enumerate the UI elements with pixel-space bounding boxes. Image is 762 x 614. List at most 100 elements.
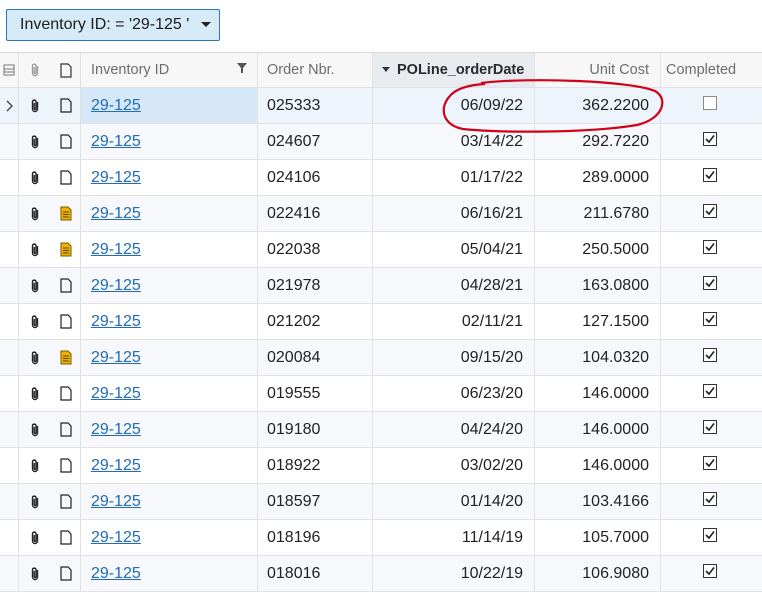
row-attachments[interactable] — [19, 520, 51, 555]
completed-checkbox[interactable] — [703, 312, 717, 331]
header-inventory-id[interactable]: Inventory ID — [81, 53, 258, 87]
table-row[interactable]: 29-125 022416 06/16/21 211.6780 — [0, 196, 762, 232]
inventory-id-link[interactable]: 29-125 — [91, 313, 141, 331]
row-attachments[interactable] — [19, 448, 51, 483]
inventory-id-link[interactable]: 29-125 — [91, 385, 141, 403]
row-selector[interactable] — [0, 412, 19, 447]
row-attachments[interactable] — [19, 232, 51, 267]
row-selector[interactable] — [0, 520, 19, 555]
completed-checkbox[interactable] — [703, 528, 717, 547]
row-attachments[interactable] — [19, 376, 51, 411]
row-selector[interactable] — [0, 124, 19, 159]
row-notes[interactable] — [51, 556, 81, 591]
row-notes[interactable] — [51, 232, 81, 267]
row-selector[interactable] — [0, 376, 19, 411]
inventory-id-link[interactable]: 29-125 — [91, 565, 141, 583]
inventory-id-link[interactable]: 29-125 — [91, 169, 141, 187]
row-notes[interactable] — [51, 268, 81, 303]
table-row[interactable]: 29-125 024106 01/17/22 289.0000 — [0, 160, 762, 196]
table-row[interactable]: 29-125 018016 10/22/19 106.9080 — [0, 556, 762, 592]
row-notes[interactable] — [51, 340, 81, 375]
row-notes[interactable] — [51, 124, 81, 159]
inventory-id-link[interactable]: 29-125 — [91, 241, 141, 259]
inventory-id-link[interactable]: 29-125 — [91, 277, 141, 295]
completed-checkbox[interactable] — [703, 96, 717, 115]
caret-down-icon[interactable] — [199, 17, 213, 31]
order-nbr-value: 019555 — [267, 384, 321, 402]
row-notes[interactable] — [51, 520, 81, 555]
funnel-icon[interactable] — [236, 62, 248, 74]
completed-checkbox[interactable] — [703, 384, 717, 403]
header-attachments[interactable] — [19, 53, 51, 87]
save-layout-icon[interactable] — [3, 64, 15, 76]
table-row[interactable]: 29-125 019555 06/23/20 146.0000 — [0, 376, 762, 412]
row-attachments[interactable] — [19, 340, 51, 375]
row-notes[interactable] — [51, 304, 81, 339]
row-selector[interactable] — [0, 196, 19, 231]
inventory-id-link[interactable]: 29-125 — [91, 205, 141, 223]
row-selector[interactable] — [0, 304, 19, 339]
row-attachments[interactable] — [19, 268, 51, 303]
table-row[interactable]: 29-125 020084 09/15/20 104.0320 — [0, 340, 762, 376]
row-selector[interactable] — [0, 484, 19, 519]
row-attachments[interactable] — [19, 412, 51, 447]
completed-checkbox[interactable] — [703, 276, 717, 295]
table-row[interactable]: 29-125 018922 03/02/20 146.0000 — [0, 448, 762, 484]
inventory-id-link[interactable]: 29-125 — [91, 529, 141, 547]
row-selector[interactable] — [0, 340, 19, 375]
table-row[interactable]: 29-125 022038 05/04/21 250.5000 — [0, 232, 762, 268]
row-notes[interactable] — [51, 88, 81, 123]
row-selector[interactable] — [0, 232, 19, 267]
row-notes[interactable] — [51, 412, 81, 447]
row-selector[interactable] — [0, 268, 19, 303]
row-attachments[interactable] — [19, 196, 51, 231]
row-notes[interactable] — [51, 196, 81, 231]
order-date-value: 04/28/21 — [460, 276, 523, 294]
row-attachments[interactable] — [19, 304, 51, 339]
completed-checkbox[interactable] — [703, 492, 717, 511]
table-row[interactable]: 29-125 021978 04/28/21 163.0800 — [0, 268, 762, 304]
row-selector[interactable] — [0, 448, 19, 483]
inventory-id-link[interactable]: 29-125 — [91, 97, 141, 115]
row-notes[interactable] — [51, 448, 81, 483]
table-row[interactable]: 29-125 019180 04/24/20 146.0000 — [0, 412, 762, 448]
inventory-id-link[interactable]: 29-125 — [91, 349, 141, 367]
row-attachments[interactable] — [19, 556, 51, 591]
row-selector[interactable] — [0, 556, 19, 591]
inventory-id-link[interactable]: 29-125 — [91, 133, 141, 151]
order-nbr-value: 018922 — [267, 456, 321, 474]
header-order-date[interactable]: POLine_orderDate — [373, 53, 535, 87]
completed-checkbox[interactable] — [703, 564, 717, 583]
header-order-nbr[interactable]: Order Nbr. — [258, 53, 373, 87]
row-attachments[interactable] — [19, 88, 51, 123]
table-row[interactable]: 29-125 021202 02/11/21 127.1500 — [0, 304, 762, 340]
header-notes[interactable] — [51, 53, 81, 87]
header-row-selector[interactable] — [0, 53, 19, 87]
row-selector[interactable] — [0, 160, 19, 195]
header-unit-cost[interactable]: Unit Cost — [535, 53, 661, 87]
completed-checkbox[interactable] — [703, 456, 717, 475]
row-notes[interactable] — [51, 484, 81, 519]
row-selector[interactable] — [0, 88, 19, 123]
inventory-id-link[interactable]: 29-125 — [91, 421, 141, 439]
table-row[interactable]: 29-125 025333 06/09/22 362.2200 — [0, 88, 762, 124]
completed-checkbox[interactable] — [703, 420, 717, 439]
row-notes[interactable] — [51, 376, 81, 411]
paperclip-icon — [29, 134, 41, 150]
header-completed[interactable]: Completed — [661, 53, 762, 87]
completed-checkbox[interactable] — [703, 132, 717, 151]
filter-chip-inventory-id[interactable]: Inventory ID: = '29-125 ' — [6, 9, 220, 41]
completed-checkbox[interactable] — [703, 348, 717, 367]
table-row[interactable]: 29-125 018196 11/14/19 105.7000 — [0, 520, 762, 556]
completed-checkbox[interactable] — [703, 168, 717, 187]
table-row[interactable]: 29-125 018597 01/14/20 103.4166 — [0, 484, 762, 520]
completed-checkbox[interactable] — [703, 240, 717, 259]
table-row[interactable]: 29-125 024607 03/14/22 292.7220 — [0, 124, 762, 160]
inventory-id-link[interactable]: 29-125 — [91, 457, 141, 475]
row-notes[interactable] — [51, 160, 81, 195]
completed-checkbox[interactable] — [703, 204, 717, 223]
row-attachments[interactable] — [19, 484, 51, 519]
inventory-id-link[interactable]: 29-125 — [91, 493, 141, 511]
row-attachments[interactable] — [19, 124, 51, 159]
row-attachments[interactable] — [19, 160, 51, 195]
